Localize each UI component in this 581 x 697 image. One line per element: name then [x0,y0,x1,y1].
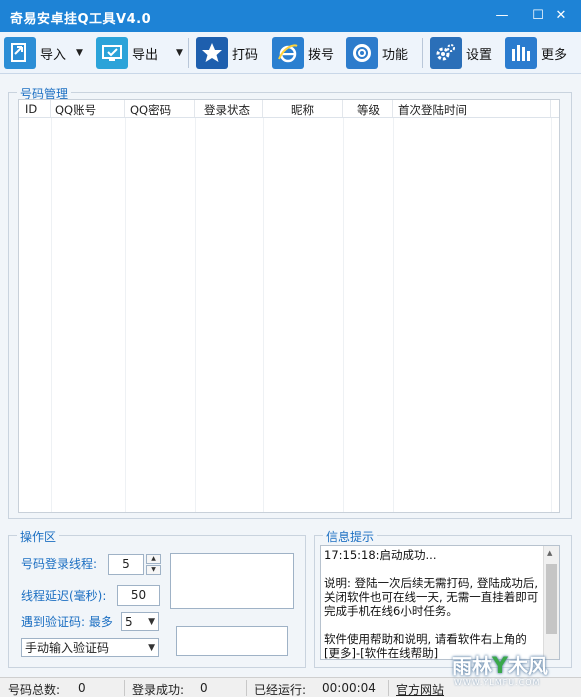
captcha-max-value: 5 [125,615,133,629]
thread-delay-label: 线程延迟(毫秒): [21,589,107,603]
minimize-button[interactable]: — [482,0,522,32]
column-divider [551,118,552,512]
status-divider [246,680,247,696]
thread-delay-input[interactable]: 50 [117,585,160,606]
info-log[interactable]: 17:15:18:启动成功... 说明: 登陆一次后续无需打码, 登陆成功后, … [320,545,560,660]
spin-up-button[interactable]: ▲ [146,554,161,564]
status-divider [124,680,125,696]
watermark-logo: 雨林Y木风 WWW.YLMFU.COM [452,650,572,690]
captcha-image-box [170,553,294,609]
chevron-down-icon: ▼ [148,617,155,627]
export-icon [96,37,128,69]
column-divider [195,118,196,512]
column-login-status[interactable]: 登录状态 [195,100,263,117]
login-success-label: 登录成功: [132,683,185,697]
dial-code-button[interactable]: 打码 [196,36,258,70]
chevron-down-icon: ▼ [148,643,155,653]
official-site-link[interactable]: 官方网站 [396,681,444,697]
import-label: 导入 [40,47,67,63]
login-success-value: 0 [200,681,208,695]
close-button[interactable]: ✕ [541,0,581,32]
chevron-down-icon[interactable]: ▼ [76,48,83,58]
settings-label: 设置 [466,47,493,63]
toolbar-divider [422,38,423,68]
scroll-up-icon[interactable]: ▲ [547,549,552,557]
captcha-mode-select[interactable]: 手动输入验证码 ▼ [21,638,159,657]
column-header: QQ账号 [55,103,97,117]
column-divider [51,118,52,512]
watermark-text-a: 雨林 [452,654,492,678]
column-level[interactable]: 等级 [343,100,393,117]
captcha-max-select[interactable]: 5 ▼ [121,612,159,631]
functions-button[interactable]: 功能 [346,36,408,70]
more-label: 更多 [541,47,568,63]
column-divider [125,118,126,512]
watermark-text-b: 木风 [507,654,548,678]
dialup-label: 拨号 [308,47,335,63]
watermark-url: WWW.YLMFU.COM [454,678,541,687]
window-title: 奇易安卓挂Q工具V4.0 [10,12,152,27]
captcha-mode-value: 手动输入验证码 [25,641,110,655]
column-id[interactable]: ID [19,100,51,117]
import-button[interactable]: 导入 ▼ [4,36,83,70]
account-list[interactable]: ID QQ账号 QQ密码 登录状态 昵称 等级 首次登陆时间 [18,99,560,513]
login-threads-label: 号码登录线程: [21,557,98,571]
scroll-thumb[interactable] [546,564,557,634]
column-divider [263,118,264,512]
log-line: 17:15:18:启动成功... [324,548,437,562]
disc-icon [346,37,378,69]
chevron-down-icon[interactable]: ▼ [176,48,183,58]
column-header: ID [25,102,38,116]
spin-down-button[interactable]: ▼ [146,565,161,575]
operations-title: 操作区 [17,528,60,545]
account-list-header: ID QQ账号 QQ密码 登录状态 昵称 等级 首次登陆时间 [19,100,559,118]
dialup-button[interactable]: 拨号 [272,36,334,70]
log-line: 说明: 登陆一次后续无需打码, 登陆成功后, 关闭软件也可在线一天, 无需一直挂… [324,576,539,618]
info-scrollbar[interactable]: ▲ [543,546,559,659]
bar-chart-icon [505,37,537,69]
star-icon [196,37,228,69]
column-header: 首次登陆时间 [398,103,467,117]
info-title: 信息提示 [323,528,378,545]
import-icon [4,37,36,69]
column-header: 等级 [357,103,380,117]
column-divider [393,118,394,512]
column-qq-account[interactable]: QQ账号 [51,100,125,117]
running-time-label: 已经运行: [254,683,307,697]
export-label: 导出 [132,47,159,63]
gear-icon [430,37,462,69]
total-count-value: 0 [78,681,86,695]
total-count-label: 号码总数: [8,683,61,697]
column-header: QQ密码 [130,103,172,117]
column-nickname[interactable]: 昵称 [263,100,343,117]
running-time-value: 00:00:04 [322,681,376,695]
captcha-input[interactable] [176,626,288,656]
login-threads-input[interactable]: 5 [108,554,144,575]
settings-button[interactable]: 设置 [430,36,492,70]
captcha-label: 遇到验证码: 最多 [21,615,113,629]
status-divider [388,680,389,696]
column-header: 登录状态 [204,103,250,117]
column-header: 昵称 [291,103,314,117]
title-bar: 奇易安卓挂Q工具V4.0 — ☐ ✕ [0,0,581,32]
ie-icon [272,37,304,69]
column-first-login-time[interactable]: 首次登陆时间 [393,100,551,117]
more-button[interactable]: 更多 [505,36,567,70]
column-divider [343,118,344,512]
export-button[interactable]: 导出 ▼ [96,36,183,70]
column-qq-password[interactable]: QQ密码 [125,100,195,117]
leaf-icon: Y [492,654,508,679]
toolbar-divider [188,38,189,68]
dial-code-label: 打码 [232,47,259,63]
toolbar: 导入 ▼ 导出 ▼ 打码 拨号 功能 设置 更多 [0,32,581,74]
functions-label: 功能 [382,47,409,63]
